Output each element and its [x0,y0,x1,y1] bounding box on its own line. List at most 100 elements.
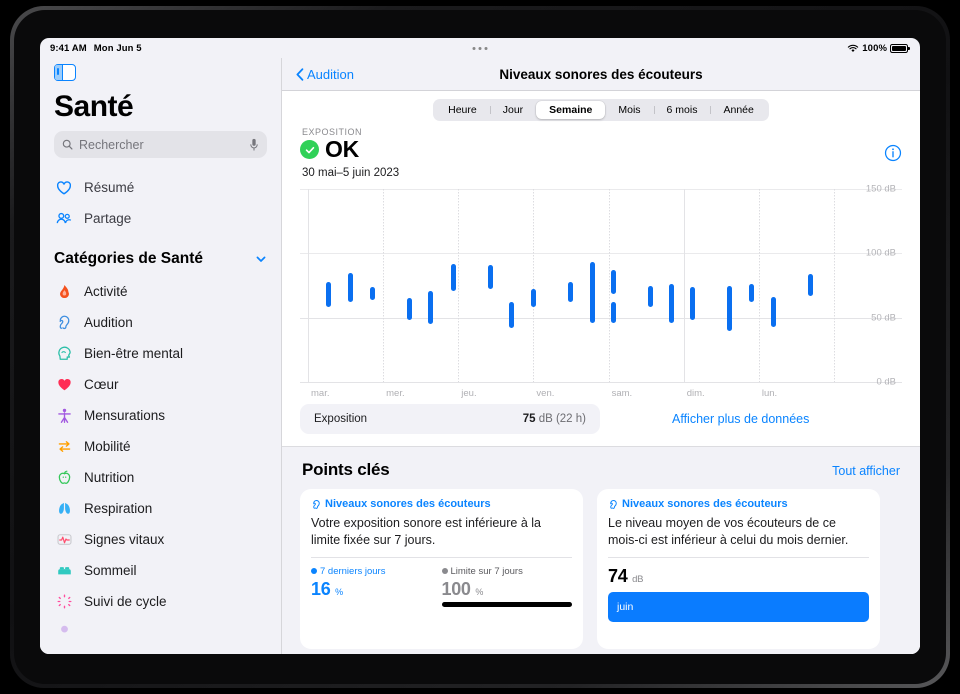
sidebar-item-mensurations[interactable]: Mensurations [40,400,281,431]
detail-scroll-area[interactable]: Heure Jour Semaine Mois 6 mois Année EXP… [282,91,920,654]
segment-semaine[interactable]: Semaine [536,101,606,119]
chart-bar[interactable] [647,285,653,308]
sidebar-item-activite[interactable]: Activité [40,276,281,307]
chart-ytick-label: 50 dB [871,312,896,324]
multitasking-dots-icon[interactable] [472,47,488,50]
sidebar-item-label: Bien-être mental [84,346,184,361]
time-range-segmented-control[interactable]: Heure Jour Semaine Mois 6 mois Année [433,99,769,121]
chart-bar[interactable] [770,297,776,327]
wifi-icon [848,44,859,52]
segment-mois[interactable]: Mois [605,101,653,119]
sidebar-item-label: Mensurations [84,408,166,423]
sidebar-item-partial[interactable] [40,617,281,648]
chart-gridline-x [383,189,385,382]
sidebar-item-suivi-de-cycle[interactable]: Suivi de cycle [40,586,281,617]
exposition-number: 75 [522,413,536,425]
key-point-card[interactable]: Niveaux sonores des écouteurs Votre expo… [300,489,583,649]
back-button-label: Audition [307,66,354,82]
chart-bar[interactable] [530,289,536,308]
ear-icon [54,313,74,333]
sidebar-item-signes-vitaux[interactable]: Signes vitaux [40,524,281,555]
chart-xtick-label: sam. [611,388,633,399]
chart-bar[interactable] [369,286,375,300]
chart-bar[interactable] [567,281,573,303]
sidebar-item-label: Suivi de cycle [84,594,167,609]
battery-icon [890,43,910,53]
legend-dot-icon [441,568,448,575]
chart-section: EXPOSITION OK 30 mai–5 juin 2023 0 dB 50… [282,125,920,400]
arrows-icon [54,437,74,457]
sidebar-item-respiration[interactable]: Respiration [40,493,281,524]
exposition-label: Exposition [314,413,368,425]
chart-bar[interactable] [807,273,813,296]
key-points-cards: Niveaux sonores des écouteurs Votre expo… [300,489,902,649]
chart-bar[interactable] [690,286,696,321]
legend-7-day-limit: Limite sur 7 jours 100 % [441,566,572,607]
chart-xtick-label: jeu. [461,388,477,399]
partial-icon [54,623,74,643]
chart-xtick-label: dim. [686,388,705,399]
chart-bar[interactable] [325,281,331,308]
detail-pane: Audition Niveaux sonores des écouteurs H… [281,58,920,654]
sidebar-item-resume[interactable]: Résumé [40,172,281,203]
legend-number: 100 [441,578,471,599]
segment-heure[interactable]: Heure [435,101,490,119]
see-all-link[interactable]: Tout afficher [832,464,900,478]
sidebar-item-bien-etre-mental[interactable]: Bien-être mental [40,338,281,369]
sidebar-item-audition[interactable]: Audition [40,307,281,338]
chart-bar[interactable] [749,284,755,303]
sidebar-section-header[interactable]: Catégories de Santé [40,242,281,276]
cycle-icon [54,592,74,612]
sidebar-toggle-icon[interactable] [54,64,76,81]
chart-bar[interactable] [509,302,515,328]
chart-bar[interactable] [611,302,617,323]
legend-label: 7 derniers jours [320,565,386,577]
exposure-date-range: 30 mai–5 juin 2023 [302,167,400,179]
sidebar-item-nutrition[interactable]: Nutrition [40,462,281,493]
search-input[interactable]: Rechercher [54,131,267,158]
chart-xtick-label: ven. [536,388,555,399]
exposition-value-pill[interactable]: Exposition 75 dB (22 h) [300,404,600,434]
chart-bar[interactable] [450,263,456,291]
sidebar-item-mobilite[interactable]: Mobilité [40,431,281,462]
sidebar-item-label: Résumé [84,180,135,195]
bed-icon [54,561,74,581]
chevron-left-icon [296,67,304,81]
card-legends: 7 derniers jours 16 % Limite sur 7 jours [311,566,572,607]
segment-jour[interactable]: Jour [489,101,536,119]
chart-ytick-label: 100 dB [865,247,896,259]
sidebar-section-title: Catégories de Santé [54,250,204,267]
status-bar-date: Mon Jun 5 [93,42,142,54]
chart-bar[interactable] [611,270,617,295]
show-more-data-link[interactable]: Afficher plus de données [672,412,809,426]
exposure-status: OK [300,138,359,161]
sidebar-item-sommeil[interactable]: Sommeil [40,555,281,586]
chart-bar[interactable] [669,284,675,323]
back-button[interactable]: Audition [296,67,354,82]
status-bar-left: 9:41 AM Mon Jun 5 [50,43,142,54]
chart-bar[interactable] [727,285,733,331]
month-bar: juin [608,591,869,622]
sidebar-item-coeur[interactable]: Cœur [40,369,281,400]
status-bar: 9:41 AM Mon Jun 5 100% [40,38,920,58]
card-big-value: 74 dB [608,566,869,587]
people-icon [54,209,74,229]
segment-6-mois[interactable]: 6 mois [653,101,711,119]
card-body-text: Votre exposition sonore est inférieure à… [311,516,541,547]
chart-bar[interactable] [428,290,434,325]
exposure-section-label: EXPOSITION [302,127,363,137]
chart-xtick-label: mar. [311,388,330,399]
chart-bar[interactable] [589,262,595,323]
chart-bar[interactable] [348,272,354,303]
headphone-levels-chart[interactable]: 0 dB 50 dB 100 dB 150 dB mar. mer. jeu. ven. sam… [300,184,902,400]
chart-bar[interactable] [487,264,493,290]
segment-annee[interactable]: Année [710,101,766,119]
chart-bar[interactable] [406,298,412,321]
key-point-card[interactable]: Niveaux sonores des écouteurs Le niveau … [597,489,880,649]
microphone-icon[interactable] [249,138,259,151]
info-circle-icon[interactable] [884,144,902,162]
ear-icon [313,499,320,509]
sidebar-item-partage[interactable]: Partage [40,203,281,234]
navigation-bar: Audition Niveaux sonores des écouteurs [282,58,920,91]
chevron-down-icon[interactable] [255,253,267,265]
